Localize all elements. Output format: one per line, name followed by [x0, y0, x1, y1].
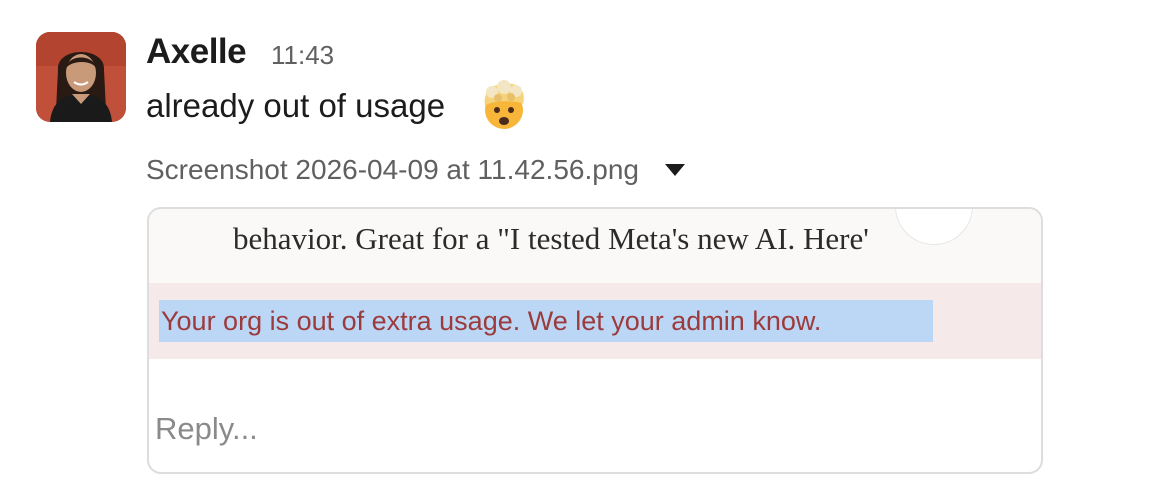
- avatar[interactable]: [36, 32, 126, 122]
- preview-top-area: behavior. Great for a "I tested Meta's n…: [149, 209, 1041, 283]
- message-text: already out of usage: [146, 87, 446, 124]
- exploding-head-emoji-icon: [484, 80, 524, 129]
- preview-error-banner: Your org is out of extra usage. We let y…: [149, 283, 1041, 359]
- attachment-filename[interactable]: Screenshot 2026-04-09 at 11.42.56.png: [146, 153, 639, 187]
- message-author[interactable]: Axelle: [146, 30, 247, 74]
- preview-top-text: behavior. Great for a "I tested Meta's n…: [233, 221, 869, 256]
- avatar-photo: [36, 32, 126, 122]
- preview-circle-button: [895, 209, 973, 245]
- preview-reply-placeholder: Reply...: [155, 411, 258, 446]
- preview-error-text: Your org is out of extra usage. We let y…: [161, 306, 822, 336]
- attachment-header: Screenshot 2026-04-09 at 11.42.56.png: [146, 153, 685, 187]
- caret-down-icon[interactable]: [664, 164, 685, 176]
- message-timestamp[interactable]: 11:43: [271, 40, 334, 70]
- image-attachment-preview[interactable]: behavior. Great for a "I tested Meta's n…: [147, 207, 1043, 474]
